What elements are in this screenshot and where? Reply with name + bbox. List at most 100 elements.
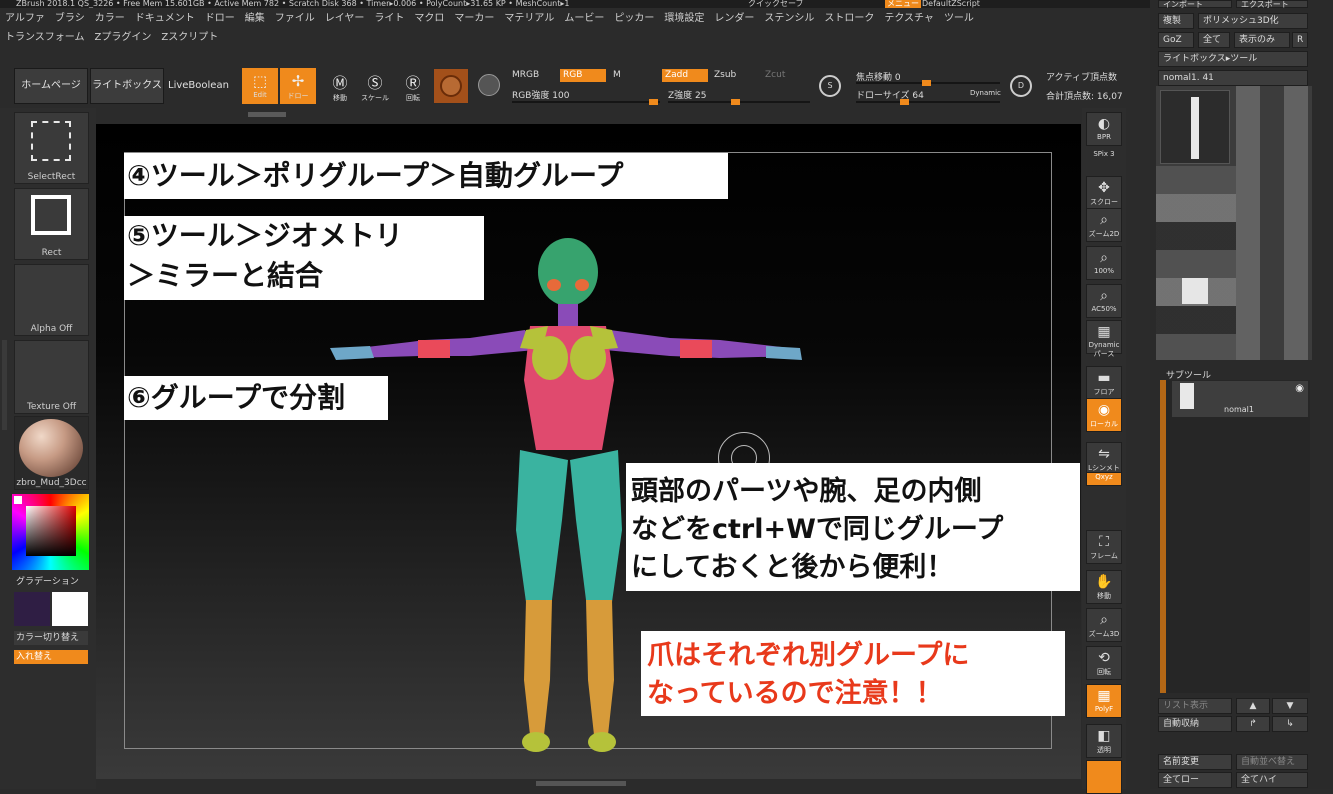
texture-button[interactable]: Texture Off (14, 340, 89, 414)
right-shelf-button[interactable]: ▭SPix 3 (1086, 150, 1122, 166)
right-shelf-button[interactable]: ◧ 透明 (1086, 724, 1122, 758)
menu1-item[interactable]: ブラシ (50, 10, 90, 28)
draw-size-slider[interactable]: ドローサイズ 64 (856, 88, 924, 101)
right-shelf-button[interactable]: ▦ Dynamic パース (1086, 320, 1122, 358)
menu1-item[interactable]: 編集 (240, 10, 270, 28)
color-switch-button[interactable]: カラー切り替え (14, 631, 88, 645)
rgb-strength-track[interactable] (512, 99, 660, 105)
right-shelf-button[interactable]: ⌕ ズーム2D (1086, 208, 1122, 242)
auto-reorder-button[interactable]: 自動並べ替え (1236, 754, 1308, 770)
draw-button[interactable]: ✢ ドロー (280, 68, 316, 104)
right-shelf-button[interactable]: ✲Qxyz (1086, 472, 1122, 486)
menu1-item[interactable]: ピッカー (609, 10, 659, 28)
list-all-button[interactable]: リスト表示 (1158, 698, 1232, 714)
swap-color-button[interactable]: 入れ替え (14, 650, 88, 664)
color-picker[interactable] (12, 494, 89, 570)
draw-size-track[interactable] (856, 99, 1000, 105)
texture-sphere-icon[interactable] (478, 74, 500, 96)
tool-thumbnail-grid[interactable] (1156, 86, 1312, 360)
right-shelf-button[interactable]: ✋ 移動 (1086, 570, 1122, 604)
right-shelf-button[interactable]: ⛶ フレーム (1086, 530, 1122, 564)
auto-collapse-button[interactable]: 自動収納 (1158, 716, 1232, 732)
menu1-item[interactable]: マクロ (409, 10, 449, 28)
menu2-item[interactable]: Zプラグイン (90, 29, 157, 47)
menu1-item[interactable]: カラー (90, 10, 130, 28)
z-strength-handle[interactable] (731, 99, 740, 105)
z-strength-track[interactable] (668, 99, 810, 105)
menu1-item[interactable]: ファイル (270, 10, 320, 28)
scale-button[interactable]: Ⓢ スケール (357, 70, 393, 106)
all-high-button[interactable]: 全てハイ (1236, 772, 1308, 788)
move-button[interactable]: Ⓜ 移動 (322, 70, 358, 106)
all-low-button[interactable]: 全てロー (1158, 772, 1232, 788)
z-strength-slider[interactable]: Z強度 25 (668, 88, 706, 101)
lightbox-button[interactable]: ライトボックス (90, 68, 164, 104)
focal-shift-track[interactable] (856, 80, 1000, 86)
tool-thumbnail[interactable] (1160, 90, 1230, 164)
arrow-down-right-button[interactable]: ↳ (1272, 716, 1308, 732)
menu1-item[interactable]: ステンシル (759, 10, 819, 28)
rgb-strength-handle[interactable] (649, 99, 658, 105)
export-button[interactable]: エクスポート (1236, 0, 1308, 9)
edit-button[interactable]: ⬚ Edit (242, 68, 278, 104)
right-shelf-button[interactable]: ◐ BPR (1086, 112, 1122, 146)
default-zscript[interactable]: DefaultZScript (922, 0, 980, 8)
move-down-button[interactable]: ▼ (1272, 698, 1308, 714)
r-button[interactable]: R (1292, 32, 1308, 48)
menu1-item[interactable]: ストローク (819, 10, 879, 28)
menu1-item[interactable]: レンダー (709, 10, 759, 28)
right-shelf-button[interactable]: ⇋Lシンメトリ (1086, 442, 1122, 482)
menu1-item[interactable]: レイヤー (320, 10, 370, 28)
zadd-button[interactable]: Zadd (662, 69, 708, 82)
spotlight-d-icon[interactable]: D (1010, 75, 1032, 97)
liveboolean-button[interactable]: LiveBoolean (168, 80, 229, 91)
menu1-item[interactable]: 環境設定 (659, 10, 709, 28)
right-shelf-button[interactable]: ⌕ ズーム3D (1086, 608, 1122, 642)
alpha-button[interactable]: Alpha Off (14, 264, 89, 336)
menu2-item[interactable]: Zスクリプト (156, 29, 223, 47)
zsub-button[interactable]: Zsub (714, 70, 736, 80)
material-swatch-button[interactable] (433, 68, 469, 104)
lightbox-tool-button[interactable]: ライトボックス▸ツール (1158, 51, 1308, 67)
toolbar-scroll-handle[interactable] (248, 112, 286, 117)
subtool-scrollbar[interactable] (1160, 380, 1166, 693)
right-shelf-button[interactable]: ▬ フロア (1086, 366, 1122, 400)
select-rect-button[interactable]: SelectRect (14, 112, 89, 184)
right-shelf-button[interactable]: ◉ ローカル (1086, 398, 1122, 432)
spotlight-s-icon[interactable]: S (819, 75, 841, 97)
draw-size-handle[interactable] (900, 99, 909, 105)
menu1-item[interactable]: アルファ (0, 10, 50, 28)
mrgb-button[interactable]: MRGB (512, 70, 539, 80)
rgb-strength-slider[interactable]: RGB強度 100 (512, 88, 569, 101)
rename-button[interactable]: 名前変更 (1158, 754, 1232, 770)
menu1-item[interactable]: ツール (939, 10, 979, 28)
right-shelf-button[interactable]: ▦ PolyF (1086, 684, 1122, 718)
all-button[interactable]: 全て (1198, 32, 1230, 48)
dynamic-toggle[interactable]: Dynamic (970, 89, 1001, 97)
visible-button[interactable]: 表示のみ (1234, 32, 1290, 48)
quicksave-button[interactable]: クイックセーブ (748, 0, 804, 8)
tool-name-slider[interactable]: nomal1. 41 (1158, 70, 1308, 86)
material-button[interactable]: zbro_Mud_3Dcc (14, 416, 89, 490)
arrow-up-right-button[interactable]: ↱ (1236, 716, 1270, 732)
color-picker-square[interactable] (26, 506, 76, 556)
focal-shift-handle[interactable] (922, 80, 931, 86)
menu-toggle[interactable]: メニュー (885, 0, 921, 8)
menu1-item[interactable]: テクスチャ (879, 10, 939, 28)
rotate-button[interactable]: Ⓡ 回転 (395, 70, 431, 106)
zcut-button[interactable]: Zcut (765, 70, 785, 80)
right-shelf-button[interactable]: ✥スクロール (1086, 176, 1122, 216)
subtool-item[interactable]: nomal1 ◉ (1172, 381, 1308, 417)
menu1-item[interactable]: ムービー (559, 10, 609, 28)
left-shelf-collapse-handle[interactable] (2, 340, 7, 430)
homepage-button[interactable]: ホームページ (14, 68, 88, 104)
eye-icon[interactable]: ◉ (1295, 383, 1304, 394)
canvas-bottom-handle[interactable] (536, 781, 626, 786)
rect-button[interactable]: Rect (14, 188, 89, 260)
primary-color-swatch[interactable] (52, 592, 88, 626)
menu1-item[interactable]: マテリアル (499, 10, 559, 28)
menu1-item[interactable]: マーカー (449, 10, 499, 28)
goz-button[interactable]: GoZ (1158, 32, 1194, 48)
menu2-item[interactable]: トランスフォーム (0, 29, 90, 47)
right-shelf-button[interactable]: ⌕ AC50% (1086, 284, 1122, 318)
